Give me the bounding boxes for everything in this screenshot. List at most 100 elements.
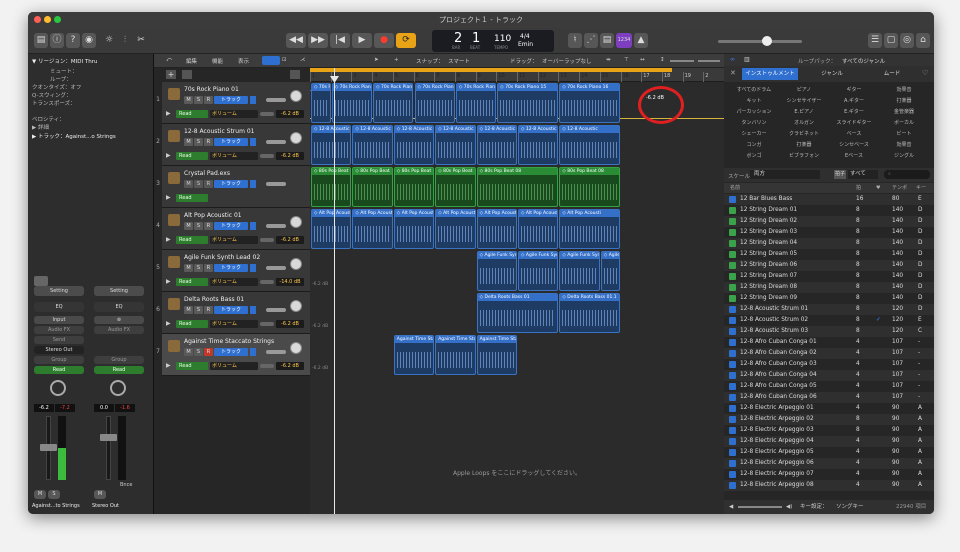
track-button[interactable]: トラック [214,264,248,272]
loop-list-item[interactable]: 12 String Dream 06 8 140 D [724,260,934,271]
tab-mood[interactable]: ムード [864,68,920,80]
region[interactable]: ◇ 12-8 Acoustic [518,125,559,165]
track-name[interactable]: Alt Pop Acoustic 01 [184,212,242,219]
automation-read-a[interactable]: Read [34,366,84,374]
record-enable-button[interactable]: R [204,180,213,188]
category-button[interactable]: ピアノ [780,86,828,93]
close-window-button[interactable] [34,16,41,23]
track-volume-slider[interactable] [266,350,286,354]
back-icon[interactable]: ⤺ [166,57,172,64]
rewind-button[interactable]: ◀◀ [286,33,306,48]
track-header[interactable]: 4 Alt Pop Acoustic 01 M S R トラック ▶ Read … [156,208,310,250]
category-button[interactable]: オルガン [780,119,828,126]
region[interactable]: ◇ 70s Rock Pian [331,83,373,123]
track-volume-slider[interactable] [266,140,286,144]
category-button[interactable]: キット [730,97,778,104]
input-monitor-icon[interactable] [250,264,256,272]
track-volume-slider[interactable] [266,224,286,228]
track-button[interactable]: トラック [214,222,248,230]
track-name[interactable]: 70s Rock Piano 01 [184,86,239,93]
track-button[interactable]: トラック [214,348,248,356]
track-header[interactable]: 1 70s Rock Piano 01 M S R トラック ▶ Read ボリ… [156,82,310,124]
track-header[interactable]: 5 Agile Funk Synth Lead 02 M S R トラック ▶ … [156,250,310,292]
region[interactable]: ◇ 70s Rock Piano 15 [497,83,559,123]
note-pad-icon[interactable]: ▢ [884,33,898,48]
key-setting-select[interactable]: ソングキー [836,500,864,514]
region[interactable]: ◇ Alt Pop Acousti [435,209,476,249]
view-menu[interactable]: 表示 [238,57,249,65]
region[interactable]: ◇ Agile Funk Syn [600,251,621,291]
list-editors-icon[interactable]: ☰ [868,33,882,48]
loop-list-item[interactable]: 12-8 Electric Arpeggio 03 8 90 A [724,425,934,436]
q-swing-label[interactable]: Q-スウィング： [32,91,71,99]
category-button[interactable]: E.ギター [830,108,878,115]
category-button[interactable]: E.ピアノ [780,108,828,115]
favorite-heart-icon[interactable]: ♡ [922,69,928,77]
track-lanes[interactable]: -6.2 dB -6.2 dB ◇ 70s Rock Pian◇ 70s Roc… [310,82,724,514]
region[interactable]: ◇ Alt Pop Acousti [476,209,517,249]
track-button[interactable]: トラック [214,180,248,188]
editor-icon[interactable]: ✂ [134,33,148,48]
category-button[interactable]: ビート [880,130,928,137]
pan-knob[interactable] [290,132,302,144]
loop-list-item[interactable]: 12-8 Electric Arpeggio 06 4 90 A [724,458,934,469]
region[interactable]: ◇ Agile Funk Syn [476,251,517,291]
category-button[interactable]: 金管楽器 [880,108,928,115]
category-button[interactable]: スライドギター [830,119,878,126]
loop-list-item[interactable]: 12 String Dream 09 8 140 D [724,293,934,304]
category-button[interactable]: ボーカル [880,119,928,126]
group-button-a[interactable]: Group [34,356,84,364]
automation-mode[interactable]: Read [176,320,208,328]
region[interactable]: ◇ Alt Pop Acousti [352,209,393,249]
track-list-icon[interactable] [290,70,300,79]
loop-list-item[interactable]: 12-8 Acoustic Strum 02 8 ✓ 120 E [724,315,934,326]
smart-controls-button[interactable]: ◉ [82,33,96,48]
favorite-column-icon[interactable]: ♥ [876,183,880,193]
disclosure-triangle-icon[interactable]: ▶ [166,320,171,327]
loop-list-item[interactable]: 12-8 Electric Arpeggio 08 4 90 A [724,480,934,491]
disclosure-triangle-icon[interactable]: ▶ [166,110,171,117]
pan-knob[interactable] [290,300,302,312]
track-button[interactable]: トラック [214,306,248,314]
region[interactable]: ◇ Alt Pop Acousti [518,209,559,249]
volume-fader[interactable] [260,280,274,284]
mute-button[interactable]: M [184,96,193,104]
region[interactable]: ◇ 70s Rock Pian [455,83,497,123]
region[interactable]: ◇ 70s Rock Pian [373,83,414,123]
input-monitor-icon[interactable] [250,96,256,104]
volume-fader[interactable] [260,238,274,242]
zoom-window-button[interactable] [54,16,61,23]
fader-track-b[interactable] [106,416,111,480]
flex-icon[interactable]: ⊡ [282,57,287,63]
sound-icon-view[interactable]: ▥ [744,56,750,63]
cycle-region[interactable] [310,68,672,72]
horizontal-zoom-slider[interactable] [698,60,720,62]
category-button[interactable]: ベース [830,130,878,137]
loop-search-input[interactable]: ⌕ [884,170,930,179]
category-button[interactable]: 効果音 [880,141,928,148]
snap-value[interactable]: スマート [448,57,470,65]
loop-list-item[interactable]: 12 String Dream 07 8 140 D [724,271,934,282]
browser-icon[interactable]: ⌂ [916,33,930,48]
track-volume-slider[interactable] [266,98,286,102]
volume-value[interactable]: -6.2 dB [276,152,304,160]
loop-list-item[interactable]: 12-8 Afro Cuban Conga 01 4 107 - [724,337,934,348]
timeline-ruler[interactable]: 123456789101112131415161718192 [310,68,724,82]
loop-list-item[interactable]: 12 String Dream 02 8 140 D [724,216,934,227]
pan-knob[interactable] [290,216,302,228]
region[interactable]: ◇ 12-8 Acoustic [311,125,352,165]
mute-button-b[interactable]: M [94,490,106,499]
disclosure-triangle-icon[interactable]: ▶ [166,236,171,243]
region[interactable]: ◇ Delta Roots Bass 01.1 [559,293,621,333]
go-to-beginning-button[interactable]: |◀ [330,33,350,48]
automation-mode[interactable]: Read [176,110,208,118]
global-tracks-button[interactable] [182,70,192,79]
region[interactable]: ◇ 80s Pop Beat [311,167,352,207]
loop-list-item[interactable]: 12 String Dream 03 8 140 D [724,227,934,238]
solo-button-a[interactable]: S [48,490,60,499]
record-button[interactable]: ● [374,33,394,48]
fader-handle-b[interactable] [100,434,117,441]
record-enable-button[interactable]: R [204,138,213,146]
input-monitor-icon[interactable] [250,222,256,230]
solo-button[interactable]: S [194,180,203,188]
